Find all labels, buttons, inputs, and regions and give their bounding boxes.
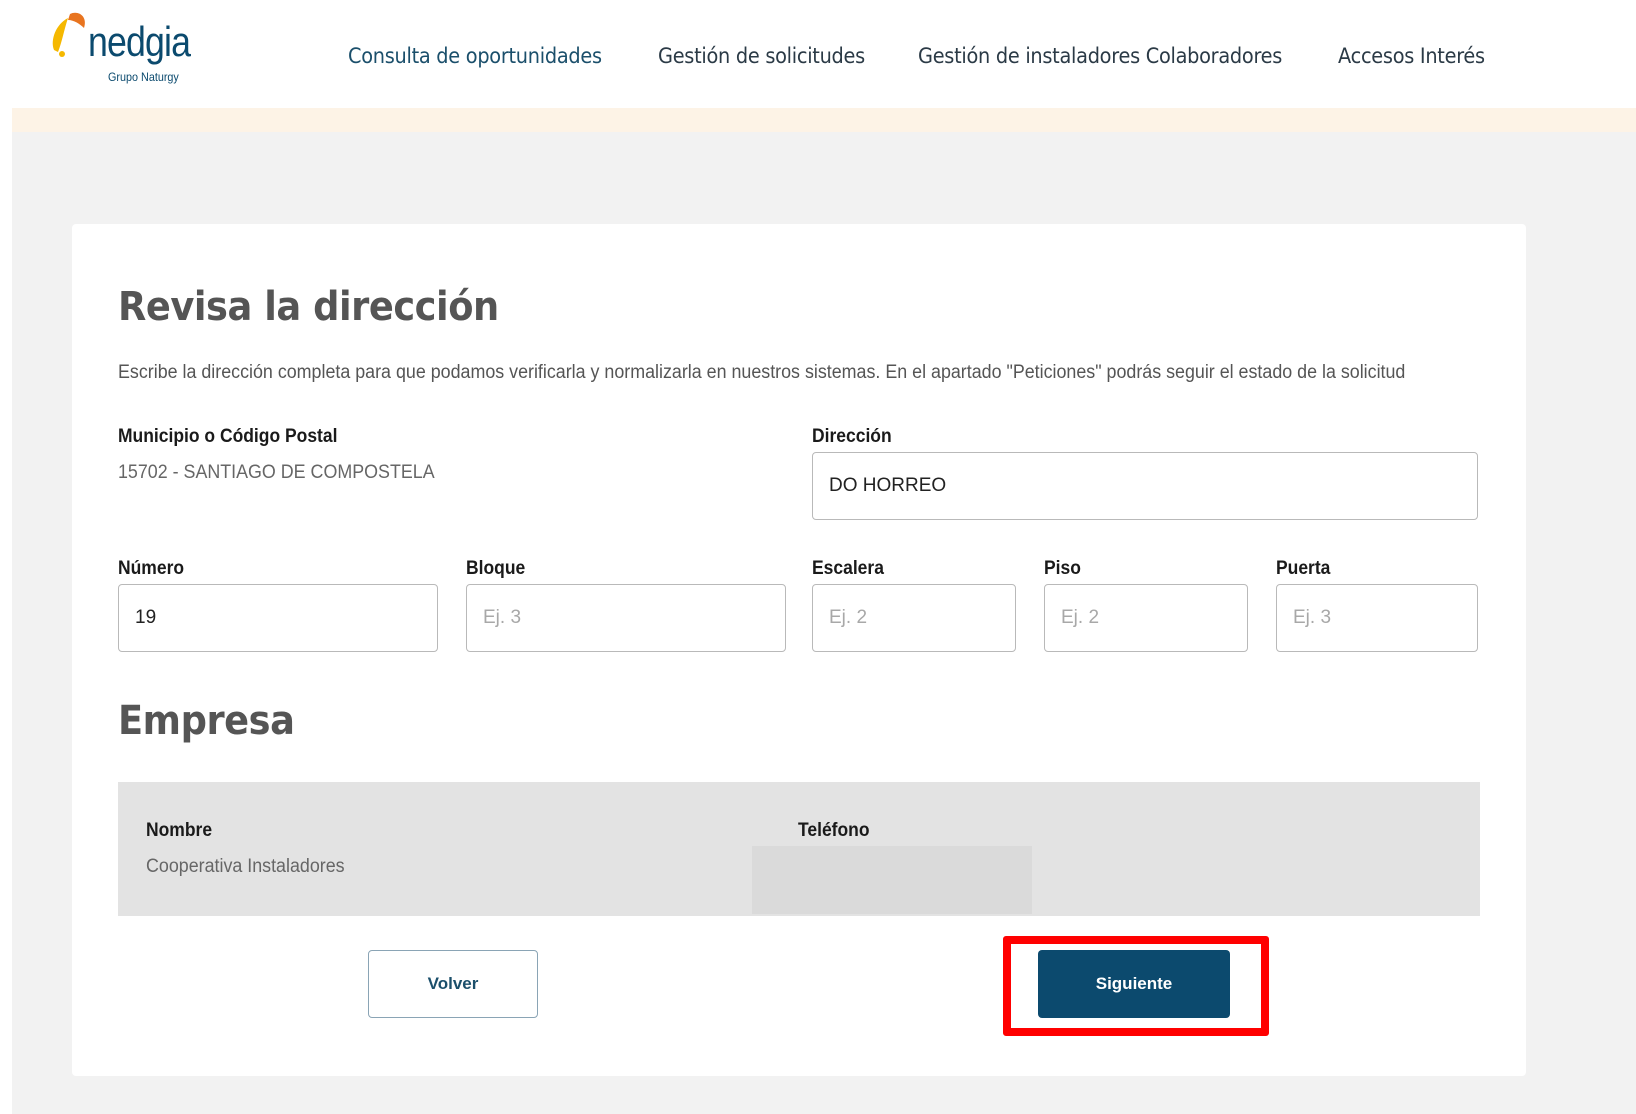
piso-label: Piso xyxy=(1044,558,1081,579)
puerta-input[interactable] xyxy=(1276,584,1478,652)
page-title: Revisa la dirección xyxy=(118,284,499,330)
direccion-input[interactable] xyxy=(812,452,1478,520)
nav-consulta-oportunidades[interactable]: Consulta de oportunidades xyxy=(348,44,602,68)
volver-button[interactable]: Volver xyxy=(368,950,538,1018)
nav-accesos-interes[interactable]: Accesos Interés xyxy=(1338,44,1485,68)
main-nav: Consulta de oportunidades Gestión de sol… xyxy=(0,44,1636,74)
numero-label: Número xyxy=(118,558,185,579)
telefono-value-blank xyxy=(752,846,1032,914)
nav-gestion-solicitudes[interactable]: Gestión de solicitudes xyxy=(658,44,865,68)
nombre-value: Cooperativa Instaladores xyxy=(146,856,345,877)
numero-input[interactable] xyxy=(118,584,438,652)
municipio-label: Municipio o Código Postal xyxy=(118,426,338,447)
siguiente-button[interactable]: Siguiente xyxy=(1038,950,1230,1018)
telefono-label: Teléfono xyxy=(798,820,870,841)
direccion-label: Dirección xyxy=(812,426,892,447)
municipio-value: 15702 - SANTIAGO DE COMPOSTELA xyxy=(118,462,435,483)
piso-input[interactable] xyxy=(1044,584,1248,652)
header-banner-strip xyxy=(12,108,1636,132)
puerta-label: Puerta xyxy=(1276,558,1331,579)
bloque-label: Bloque xyxy=(466,558,526,579)
escalera-input[interactable] xyxy=(812,584,1016,652)
nav-gestion-instaladores[interactable]: Gestión de instaladores Colaboradores xyxy=(918,44,1282,68)
empresa-section-title: Empresa xyxy=(118,698,295,744)
escalera-label: Escalera xyxy=(812,558,884,579)
form-description: Escribe la dirección completa para que p… xyxy=(118,362,1406,383)
nombre-label: Nombre xyxy=(146,820,213,841)
bloque-input[interactable] xyxy=(466,584,786,652)
top-header: nedgia Grupo Naturgy Consulta de oportun… xyxy=(0,0,1636,108)
